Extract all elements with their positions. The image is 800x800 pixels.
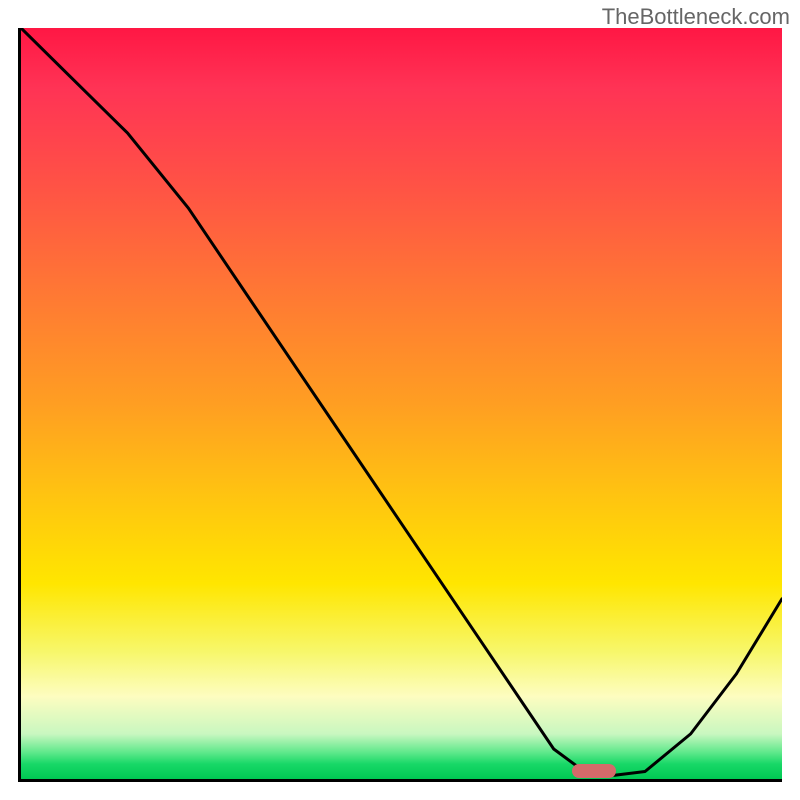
optimal-marker [572,764,616,778]
plot-area [18,28,782,782]
chart-root: TheBottleneck.com [0,0,800,800]
watermark-text: TheBottleneck.com [602,4,790,30]
bottleneck-curve [21,28,782,779]
